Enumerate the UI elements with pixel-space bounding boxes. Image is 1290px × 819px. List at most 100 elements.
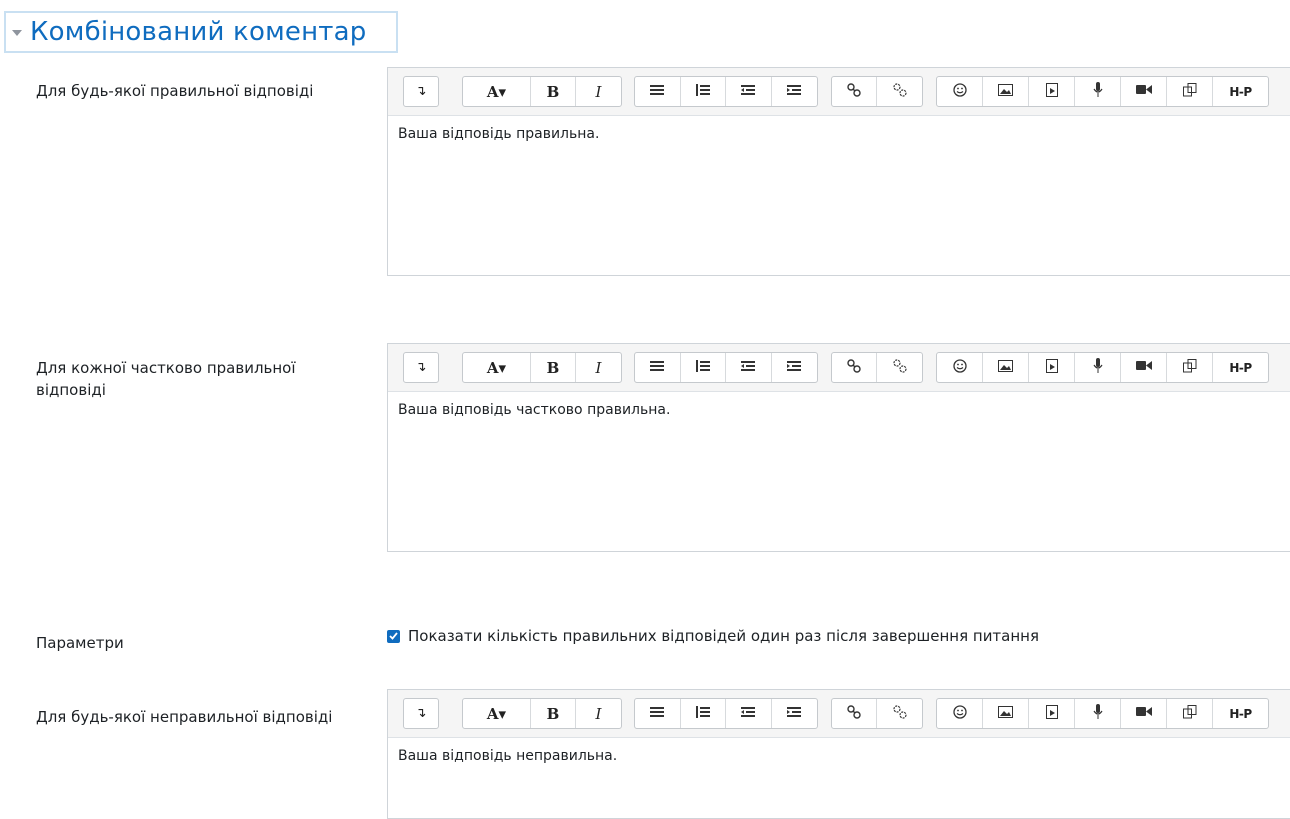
collapse-toolbar-button[interactable]: ↴ bbox=[404, 699, 438, 728]
italic-button[interactable]: I bbox=[576, 77, 621, 106]
collapse-icon: ↴ bbox=[415, 360, 427, 375]
editor-content-area[interactable]: Ваша відповідь частково правильна. bbox=[388, 392, 1290, 428]
show-correct-count-option[interactable]: Показати кількість правильних відповідей… bbox=[387, 627, 1039, 645]
bold-icon: B bbox=[546, 358, 560, 377]
link-button[interactable] bbox=[832, 353, 878, 382]
microphone-icon bbox=[1093, 82, 1103, 101]
record-video-button[interactable] bbox=[1121, 699, 1167, 728]
image-icon bbox=[998, 705, 1013, 722]
record-video-button[interactable] bbox=[1121, 353, 1167, 382]
font-style-button[interactable]: A▾ bbox=[463, 353, 531, 382]
bold-button[interactable]: B bbox=[531, 699, 576, 728]
emoji-button[interactable] bbox=[937, 353, 983, 382]
collapse-icon: ↴ bbox=[415, 706, 427, 721]
ordered-list-button[interactable] bbox=[681, 77, 726, 106]
collapse-caret-icon[interactable] bbox=[12, 30, 22, 36]
outdent-button[interactable] bbox=[726, 77, 772, 106]
media-button[interactable] bbox=[1029, 699, 1075, 728]
microphone-icon bbox=[1093, 704, 1103, 723]
indent-icon bbox=[787, 84, 802, 100]
font-icon: A▾ bbox=[486, 704, 507, 723]
italic-icon: I bbox=[595, 704, 602, 723]
unlink-icon bbox=[892, 358, 907, 377]
record-audio-button[interactable] bbox=[1075, 353, 1121, 382]
media-file-icon bbox=[1045, 82, 1058, 101]
emoji-button[interactable] bbox=[937, 77, 983, 106]
indent-icon bbox=[787, 706, 802, 722]
copy-files-icon bbox=[1182, 358, 1197, 377]
editor-toolbar: ↴ A▾ B I H-P bbox=[388, 344, 1290, 392]
smiley-icon bbox=[952, 358, 967, 377]
section-header-combined-feedback[interactable]: Комбінований коментар bbox=[4, 11, 398, 53]
smiley-icon bbox=[952, 82, 967, 101]
show-correct-count-label: Показати кількість правильних відповідей… bbox=[408, 627, 1040, 645]
ordered-list-icon bbox=[695, 705, 710, 722]
h5p-button[interactable]: H-P bbox=[1213, 699, 1268, 728]
unordered-list-button[interactable] bbox=[635, 699, 681, 728]
editor-content-area[interactable]: Ваша відповідь правильна. bbox=[388, 116, 1290, 152]
media-button[interactable] bbox=[1029, 353, 1075, 382]
unordered-list-button[interactable] bbox=[635, 353, 681, 382]
h5p-icon: H-P bbox=[1229, 360, 1252, 375]
manage-files-button[interactable] bbox=[1167, 353, 1213, 382]
section-title: Комбінований коментар bbox=[30, 17, 367, 47]
manage-files-button[interactable] bbox=[1167, 77, 1213, 106]
unlink-button[interactable] bbox=[877, 699, 922, 728]
unordered-list-icon bbox=[650, 360, 665, 376]
font-style-button[interactable]: A▾ bbox=[463, 77, 531, 106]
ordered-list-icon bbox=[695, 83, 710, 100]
smiley-icon bbox=[952, 704, 967, 723]
media-file-icon bbox=[1045, 704, 1058, 723]
editor-incorrect-feedback[interactable]: ↴ A▾ B I H-P Ваша відповідь неправильна. bbox=[387, 689, 1290, 819]
ordered-list-button[interactable] bbox=[681, 353, 726, 382]
bold-button[interactable]: B bbox=[531, 353, 576, 382]
collapse-toolbar-button[interactable]: ↴ bbox=[404, 353, 438, 382]
indent-button[interactable] bbox=[772, 699, 817, 728]
h5p-icon: H-P bbox=[1229, 84, 1252, 99]
record-video-button[interactable] bbox=[1121, 77, 1167, 106]
link-button[interactable] bbox=[832, 77, 878, 106]
image-button[interactable] bbox=[983, 77, 1029, 106]
editor-content-area[interactable]: Ваша відповідь неправильна. bbox=[388, 738, 1290, 774]
show-correct-count-checkbox[interactable] bbox=[387, 629, 400, 643]
image-button[interactable] bbox=[983, 353, 1029, 382]
field-label-correct: Для будь-якої правильної відповіді bbox=[36, 82, 314, 100]
font-icon: A▾ bbox=[486, 358, 507, 377]
unlink-button[interactable] bbox=[877, 77, 922, 106]
editor-toolbar: ↴ A▾ B I H-P bbox=[388, 68, 1290, 116]
media-button[interactable] bbox=[1029, 77, 1075, 106]
bold-button[interactable]: B bbox=[531, 77, 576, 106]
ordered-list-button[interactable] bbox=[681, 699, 726, 728]
link-icon bbox=[847, 82, 861, 101]
font-style-button[interactable]: A▾ bbox=[463, 699, 531, 728]
link-button[interactable] bbox=[832, 699, 878, 728]
image-icon bbox=[998, 359, 1013, 376]
microphone-icon bbox=[1093, 358, 1103, 377]
record-audio-button[interactable] bbox=[1075, 77, 1121, 106]
italic-button[interactable]: I bbox=[576, 699, 621, 728]
outdent-button[interactable] bbox=[726, 699, 772, 728]
editor-correct-feedback[interactable]: ↴ A▾ B I H-P Ваша відповідь правильна. bbox=[387, 67, 1290, 276]
image-button[interactable] bbox=[983, 699, 1029, 728]
options-label: Параметри bbox=[36, 634, 124, 652]
unordered-list-button[interactable] bbox=[635, 77, 681, 106]
indent-button[interactable] bbox=[772, 353, 817, 382]
video-camera-icon bbox=[1135, 706, 1152, 721]
editor-partially-correct-feedback[interactable]: ↴ A▾ B I H-P Ваша відповідь частково пра… bbox=[387, 343, 1290, 552]
italic-icon: I bbox=[595, 82, 602, 101]
collapse-toolbar-button[interactable]: ↴ bbox=[404, 77, 438, 106]
emoji-button[interactable] bbox=[937, 699, 983, 728]
unlink-icon bbox=[892, 82, 907, 101]
h5p-button[interactable]: H-P bbox=[1213, 77, 1268, 106]
font-icon: A▾ bbox=[486, 82, 507, 101]
manage-files-button[interactable] bbox=[1167, 699, 1213, 728]
unlink-button[interactable] bbox=[877, 353, 922, 382]
h5p-button[interactable]: H-P bbox=[1213, 353, 1268, 382]
outdent-button[interactable] bbox=[726, 353, 772, 382]
collapse-icon: ↴ bbox=[415, 84, 427, 99]
ordered-list-icon bbox=[695, 359, 710, 376]
field-label-incorrect: Для будь-якої неправильної відповіді bbox=[36, 708, 333, 726]
italic-button[interactable]: I bbox=[576, 353, 621, 382]
indent-button[interactable] bbox=[772, 77, 817, 106]
record-audio-button[interactable] bbox=[1075, 699, 1121, 728]
